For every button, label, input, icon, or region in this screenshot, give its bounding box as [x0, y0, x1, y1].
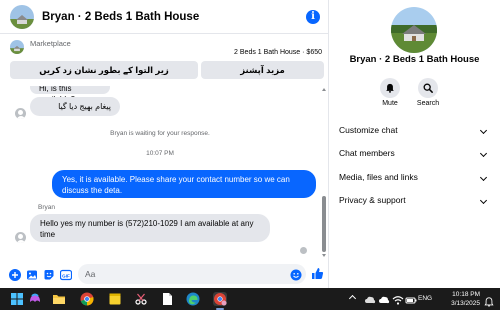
chevron-down-icon [479, 173, 488, 182]
message-bubble: Yes, it is available. Please share your … [52, 170, 316, 198]
gif-icon[interactable]: GIF [59, 268, 73, 281]
message-bubble: پیغام بھیج دیا گیا [30, 97, 120, 116]
mark-as-pending-button[interactable]: زیر التوا کے بطور نشان زد کریں [10, 61, 198, 79]
chevron-down-icon [479, 149, 488, 158]
scroll-up-arrow[interactable] [322, 88, 326, 91]
sender-name: Bryan [38, 204, 55, 211]
avatar [15, 232, 26, 243]
search-label: Search [416, 100, 440, 107]
section-label: Media, files and links [339, 172, 418, 182]
mute-button[interactable]: Mute [370, 78, 410, 107]
sticker-icon[interactable] [43, 268, 55, 280]
seen-indicator [300, 247, 307, 254]
sticky-notes-icon[interactable] [108, 292, 122, 306]
plus-icon[interactable] [9, 268, 21, 281]
start-icon[interactable] [10, 292, 24, 306]
clock[interactable]: 10:18 PM 3/13/2025 [440, 290, 480, 308]
file-explorer-icon[interactable] [52, 292, 66, 306]
marketplace-label: Marketplace [30, 39, 71, 48]
gif-label: GIF [62, 273, 70, 278]
section-customize-chat[interactable]: Customize chat [329, 120, 500, 142]
chat-avatar[interactable] [10, 4, 34, 29]
more-options-button[interactable]: مزید آپشنز [201, 61, 324, 79]
taskbar: ENG 10:18 PM 3/13/2025 [0, 288, 500, 310]
bell-icon [386, 83, 394, 93]
message-bubble: Hi, is this available? [30, 86, 110, 104]
search-button[interactable]: Search [408, 78, 448, 107]
like-icon[interactable] [311, 267, 324, 279]
chrome-icon[interactable] [80, 292, 94, 306]
cloud-icon[interactable] [378, 293, 390, 305]
chevron-down-icon [479, 126, 488, 135]
section-privacy-support[interactable]: Privacy & support [329, 190, 500, 212]
notification-icon[interactable] [484, 294, 494, 310]
mute-label: Mute [382, 100, 398, 107]
listing-thumbnail [10, 40, 24, 54]
status-text: Bryan is waiting for your response. [110, 130, 210, 137]
snipping-tool-icon[interactable] [134, 292, 148, 306]
section-chat-members[interactable]: Chat members [329, 143, 500, 165]
section-label: Chat members [339, 148, 395, 158]
clock-time: 10:18 PM [452, 291, 480, 298]
avatar [15, 108, 26, 119]
scroll-down-arrow[interactable] [322, 254, 326, 257]
wifi-icon[interactable] [392, 293, 404, 305]
clock-date: 3/13/2025 [451, 300, 480, 307]
conversation-info-panel: Bryan · 2 Beds 1 Bath House Mute Search … [329, 0, 500, 288]
listing-info[interactable]: 2 Beds 1 Bath House · $650 [234, 49, 322, 56]
composer: GIF [0, 260, 328, 288]
info-icon[interactable]: i [306, 10, 320, 24]
emoji-icon[interactable] [290, 268, 302, 281]
marketplace-panel: Marketplace 2 Beds 1 Bath House · $650 ز… [0, 36, 328, 86]
chevron-down-icon [479, 196, 488, 205]
scrollbar[interactable] [320, 86, 328, 260]
message-input[interactable] [78, 264, 306, 284]
profile-name: Bryan · 2 Beds 1 Bath House [349, 54, 480, 65]
edge-icon[interactable] [186, 292, 200, 306]
profile-avatar[interactable] [391, 7, 437, 53]
document-icon[interactable] [160, 292, 174, 306]
battery-icon[interactable] [405, 293, 417, 305]
chat-header: Bryan · 2 Beds 1 Bath House i [0, 0, 328, 34]
language-indicator[interactable]: ENG [418, 295, 432, 302]
chat-pane: Bryan · 2 Beds 1 Bath House i Marketplac… [0, 0, 328, 288]
search-icon [423, 83, 433, 93]
chevron-up-icon[interactable] [348, 294, 357, 303]
chrome-profile-icon[interactable] [213, 292, 227, 306]
copilot-icon[interactable] [28, 292, 42, 306]
section-label: Privacy & support [339, 195, 406, 205]
scroll-thumb[interactable] [322, 196, 326, 252]
timestamp: 10:07 PM [146, 150, 174, 157]
message-bubble: Hello yes my number is (572)210-1029 I a… [30, 214, 270, 242]
chat-title[interactable]: Bryan · 2 Beds 1 Bath House [42, 11, 199, 23]
section-media-files-links[interactable]: Media, files and links [329, 167, 500, 189]
message-list[interactable]: Hi, is this available? پیغام بھیج دیا گی… [0, 86, 320, 260]
weather-icon[interactable] [364, 293, 376, 305]
photo-icon[interactable] [26, 268, 38, 280]
section-label: Customize chat [339, 125, 398, 135]
